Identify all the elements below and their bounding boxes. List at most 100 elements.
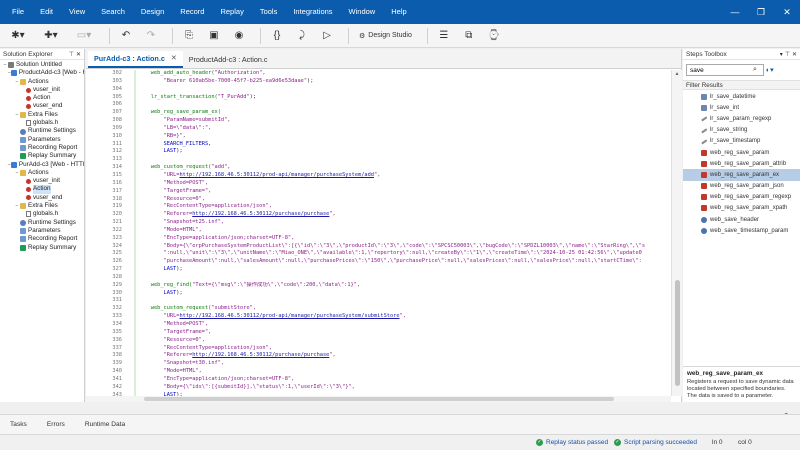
code-text[interactable]: web_custom_request("submitStore", [126, 305, 256, 313]
pin-icon[interactable]: ⊤ [69, 51, 74, 58]
extra-files-folder[interactable]: − Extra Files [0, 202, 84, 210]
snapshot-icon[interactable]: ⧉ [459, 26, 479, 46]
code-line[interactable]: 341 "EncType=application/json;charset=UT… [86, 376, 671, 384]
editor-tab[interactable]: PurAdd-c3 : Action.c ✕ [88, 51, 183, 68]
extra-files-folder[interactable]: − Extra Files [0, 111, 84, 119]
list-icon[interactable]: ☰ [434, 26, 454, 46]
vertical-scrollbar[interactable]: ▲ [671, 70, 682, 396]
code-line[interactable]: 322 "Mode=HTML", [86, 227, 671, 235]
step-item-web-reg-save-param-attrib[interactable]: web_reg_save_param_attrib [683, 158, 800, 169]
code-line[interactable]: 311 SEARCH_FILTERS, [86, 141, 671, 149]
scroll-up-icon[interactable]: ▲ [672, 70, 682, 79]
step-item-web-save-header[interactable]: web_save_header [683, 214, 800, 225]
action-vuser-end[interactable]: vuser_end [0, 102, 84, 110]
code-url-link[interactable]: http://192.168.46.5:30112/purchase/purch… [192, 352, 329, 358]
code-text[interactable]: web_reg_save_param_ex( [126, 109, 221, 117]
restore-button[interactable]: ❐ [748, 0, 774, 24]
code-text[interactable]: web_add_auto_header("Authorization", [126, 70, 266, 78]
runtime-icon[interactable]: ⌚ [484, 26, 504, 46]
code-viewport[interactable]: 302 web_add_auto_header("Authorization",… [86, 70, 671, 396]
code-line[interactable]: 330 LAST); [86, 290, 671, 298]
code-line[interactable]: 319 "RecContentType=application/json", [86, 203, 671, 211]
menu-view[interactable]: View [61, 0, 93, 24]
code-text[interactable]: "TargetFrame=", [126, 329, 212, 337]
action-vuser-init[interactable]: vuser_init [0, 86, 84, 94]
code-line[interactable]: 334 "Method=POST", [86, 321, 671, 329]
menu-design[interactable]: Design [133, 0, 172, 24]
code-text[interactable]: "Referer=http://192.168.46.5:30112/purch… [126, 211, 336, 219]
menu-record[interactable]: Record [172, 0, 212, 24]
code-line[interactable]: 326 "purchaseAmount\":null,\"salesAmount… [86, 258, 671, 266]
project-productadd-c3[interactable]: − ProductAdd-c3 [Web - H [0, 69, 84, 77]
code-text[interactable]: "Resource=0", [126, 337, 205, 345]
code-text[interactable]: "Mode=HTML", [126, 227, 202, 235]
parameters[interactable]: Parameters [0, 136, 84, 144]
code-text[interactable]: "URL=http://192.168.46.5:30112/prod-api/… [126, 313, 406, 321]
code-text[interactable]: web_reg_find("Text={\"msg\":\"操作成功\",\"c… [126, 282, 360, 290]
code-line[interactable]: 312 LAST); [86, 148, 671, 156]
code-line[interactable]: 325 ":null,\"unit\":\"3\",\"unitName\":\… [86, 250, 671, 258]
braces-icon[interactable]: {} [267, 26, 287, 46]
parameters[interactable]: Parameters [0, 227, 84, 235]
code-line[interactable]: 339 "Snapshot=t30.inf", [86, 360, 671, 368]
undo-icon[interactable]: ↶ [116, 26, 136, 46]
minimize-button[interactable]: — [722, 0, 748, 24]
bottom-tab-errors[interactable]: Errors [47, 421, 65, 428]
editor-tab[interactable]: ProductAdd-c3 : Action.c [183, 51, 274, 68]
code-url-link[interactable]: http://192.168.46.5:30112/prod-api/manag… [179, 313, 399, 319]
code-text[interactable]: "Body={\"erpPurchaseSystemProductList\":… [126, 243, 646, 251]
code-line[interactable]: 305 lr_start_transaction("T_PurAdd"); [86, 94, 671, 102]
bottom-tab-runtime-data[interactable]: Runtime Data [85, 421, 125, 428]
vertical-scroll-thumb[interactable] [675, 280, 680, 386]
code-area[interactable]: 302 web_add_auto_header("Authorization",… [86, 70, 682, 402]
menu-help[interactable]: Help [383, 0, 414, 24]
code-line[interactable]: 318 "Resource=0", [86, 196, 671, 204]
menu-edit[interactable]: Edit [32, 0, 61, 24]
code-line[interactable]: 333 "URL=http://192.168.46.5:30112/prod-… [86, 313, 671, 321]
menu-search[interactable]: Search [93, 0, 133, 24]
code-line[interactable]: 304 [86, 86, 671, 94]
action-action[interactable]: Action [0, 185, 84, 194]
close-icon[interactable]: ✕ [76, 51, 81, 58]
step-item-web-reg-save-param-regexp[interactable]: web_reg_save_param_regexp [683, 192, 800, 203]
code-line[interactable]: 313 [86, 156, 671, 164]
code-text[interactable]: "Method=POST", [126, 180, 209, 188]
step-item-lr-save-datetime[interactable]: lr_save_datetime [683, 91, 800, 102]
code-text[interactable] [126, 101, 138, 109]
code-line[interactable]: 302 web_add_auto_header("Authorization", [86, 70, 671, 78]
new-script-icon[interactable]: ✱▾ [4, 26, 32, 46]
code-text[interactable]: "purchaseAmount\":null,\"salesAmount\":n… [126, 258, 642, 266]
runtime-settings[interactable]: Runtime Settings [0, 219, 84, 227]
project-puradd-c3[interactable]: − PurAdd-c3 [Web - HTTP [0, 161, 84, 169]
code-line[interactable]: 324 "Body={\"erpPurchaseSystemProductLis… [86, 243, 671, 251]
code-text[interactable]: "Snapshot=t30.inf", [126, 360, 225, 368]
code-line[interactable]: 309 "LB=\"data\":", [86, 125, 671, 133]
code-text[interactable]: "Method=POST", [126, 321, 209, 329]
action-vuser-end[interactable]: vuser_end [0, 194, 84, 202]
open-icon[interactable]: ▭▾ [70, 26, 98, 46]
replay-summary[interactable]: Replay Summary [0, 152, 84, 160]
horizontal-scrollbar[interactable] [86, 396, 671, 402]
code-text[interactable]: "Body={\"ids\":[{submitId}],\"status\":1… [126, 384, 355, 392]
code-text[interactable]: "ParamName=submitId", [126, 117, 231, 125]
code-text[interactable]: "RB=}", [126, 133, 186, 141]
action-vuser-init[interactable]: vuser_init [0, 177, 84, 185]
code-line[interactable]: 328 [86, 274, 671, 282]
code-lines[interactable]: 302 web_add_auto_header("Authorization",… [86, 70, 671, 396]
menu-window[interactable]: Window [341, 0, 384, 24]
code-text[interactable] [126, 156, 138, 164]
bottom-tab-tasks[interactable]: Tasks [10, 421, 27, 428]
runtime-settings[interactable]: Runtime Settings [0, 127, 84, 135]
redo-icon[interactable]: ↷ [141, 26, 161, 46]
clipboard-icon[interactable]: ⎘ [179, 26, 199, 46]
code-text[interactable]: "Mode=HTML", [126, 368, 202, 376]
code-line[interactable]: 315 "URL=http://192.168.46.5:30112/prod-… [86, 172, 671, 180]
recording-report[interactable]: Recording Report [0, 144, 84, 152]
code-line[interactable]: 336 "Resource=0", [86, 337, 671, 345]
recording-report[interactable]: Recording Report [0, 235, 84, 243]
code-line[interactable]: 342 "Body={\"ids\":[{submitId}],\"status… [86, 384, 671, 392]
pin-icon[interactable]: ⊤ [785, 51, 790, 58]
dropdown-icon[interactable]: ▾ [780, 51, 783, 58]
code-line[interactable]: 320 "Referer=http://192.168.46.5:30112/p… [86, 211, 671, 219]
step-over-icon[interactable]: ⤸ [292, 26, 312, 46]
